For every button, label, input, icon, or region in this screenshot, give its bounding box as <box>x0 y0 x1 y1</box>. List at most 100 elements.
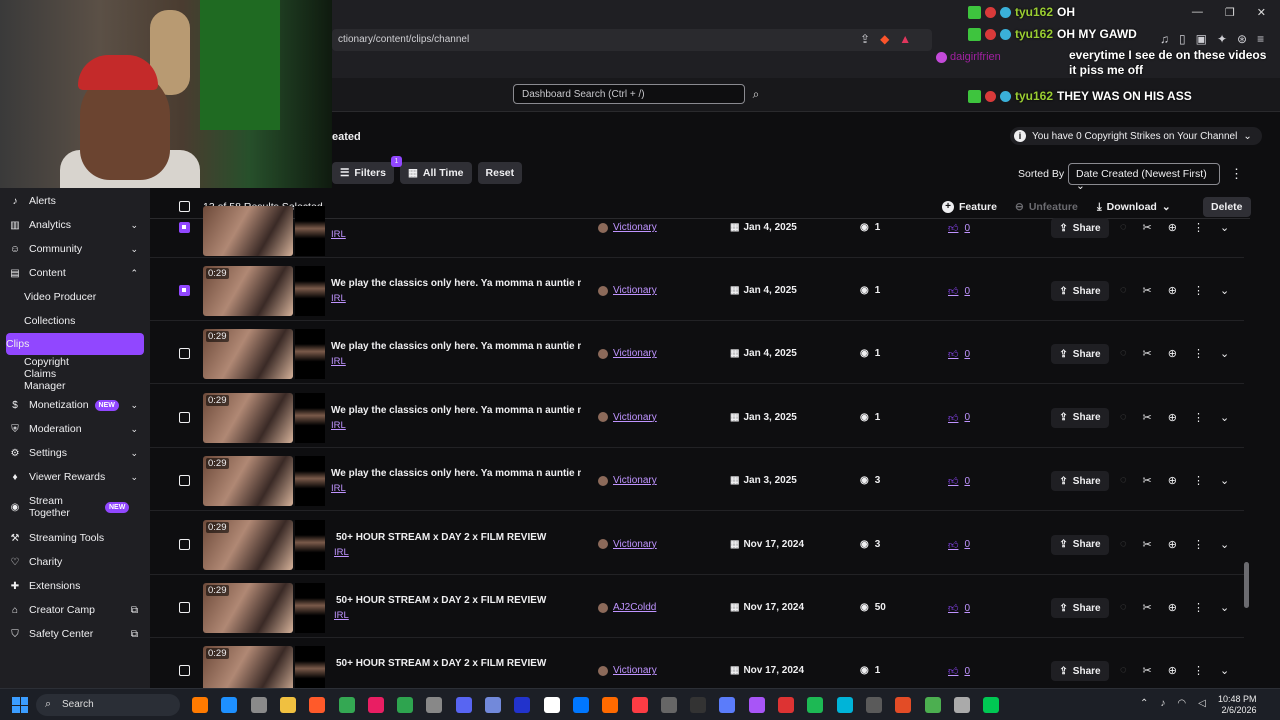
chevron-up-icon[interactable]: ⌃ <box>1140 698 1148 709</box>
taskbar-app-icon[interactable] <box>953 697 970 713</box>
clip-category-link[interactable]: IRL <box>334 547 349 558</box>
clip-likes[interactable]: 👍︎ 0 <box>948 222 970 235</box>
extensions-icon[interactable]: ⊛ <box>1237 32 1247 46</box>
clip-creator-link[interactable]: Victionary <box>598 412 657 423</box>
scissors-icon[interactable]: ✂ <box>1143 601 1152 614</box>
more-options-icon[interactable]: ⋮ <box>1193 538 1204 551</box>
taskbar-app-icon[interactable] <box>397 697 414 713</box>
chevron-down-icon[interactable]: ⌄ <box>1220 284 1229 297</box>
taskbar-app-icon[interactable] <box>279 697 296 713</box>
copyright-strikes-dropdown[interactable]: i You have 0 Copyright Strikes on Your C… <box>1010 127 1262 145</box>
more-options-icon[interactable]: ⋮ <box>1193 284 1204 297</box>
close-icon[interactable]: ✕ <box>1257 6 1266 19</box>
scissors-icon[interactable]: ✂ <box>1143 664 1152 677</box>
wifi-icon[interactable]: ◠ <box>1177 698 1186 709</box>
clip-thumbnail[interactable]: 0:29 <box>203 329 293 380</box>
volume-icon[interactable]: ◁ <box>1198 698 1206 709</box>
scissors-icon[interactable]: ✂ <box>1143 347 1152 360</box>
scissors-icon[interactable]: ✂ <box>1143 538 1152 551</box>
feature-button[interactable]: + Feature <box>936 197 1003 217</box>
share-button[interactable]: ⇪ Share <box>1051 218 1109 238</box>
clip-likes[interactable]: 👍︎ 0 <box>948 665 970 678</box>
more-options-icon[interactable]: ⋮ <box>1193 601 1204 614</box>
share-button[interactable]: ⇪ Share <box>1051 407 1109 428</box>
sidebar-item-alerts[interactable]: ♪ Alerts <box>0 190 150 212</box>
taskbar-app-icon[interactable] <box>983 697 1000 713</box>
table-row[interactable]: IRL Victionary ▦ Jan 4, 2025 ◉ 1 👍︎ 0 ⇪ Share ◌ ✂ ⊕ ⋮… <box>150 206 1244 258</box>
clip-title[interactable]: We play the classics only here. Ya momma… <box>331 405 581 416</box>
microphone-icon[interactable]: ♪ <box>1160 698 1165 709</box>
sidebar-item-extensions[interactable]: ✚ Extensions <box>0 575 150 597</box>
brave-shield-icon[interactable]: ◆ <box>880 32 889 46</box>
row-checkbox[interactable] <box>179 285 190 296</box>
clip-creator-link[interactable]: Victionary <box>598 539 657 550</box>
chevron-down-icon[interactable]: ⌄ <box>1220 601 1229 614</box>
taskbar-app-icon[interactable] <box>748 697 765 713</box>
table-row[interactable]: 0:29 50+ HOUR STREAM x DAY 2 x FILM REVIE… <box>150 512 1244 575</box>
clip-likes[interactable]: 👍︎ 0 <box>948 412 970 424</box>
share-button[interactable]: ⇪ Share <box>1051 344 1109 365</box>
share-button[interactable]: ⇪ Share <box>1051 471 1109 492</box>
clip-likes[interactable]: 👍︎ 0 <box>948 285 970 298</box>
sidebar-item-collections[interactable]: Collections <box>24 310 144 332</box>
taskbar-app-icon[interactable] <box>719 697 736 713</box>
share-button[interactable]: ⇪ Share <box>1051 534 1109 555</box>
clip-category-link[interactable]: IRL <box>331 293 346 304</box>
row-checkbox[interactable] <box>179 222 190 233</box>
sidebar-item-monetization[interactable]: $ Monetization NEW ⌄ <box>0 394 150 416</box>
taskbar-app-icon[interactable] <box>660 697 677 713</box>
row-checkbox[interactable] <box>179 665 190 677</box>
scissors-icon[interactable]: ✂ <box>1143 411 1152 424</box>
taskbar-app-icon[interactable] <box>309 697 326 713</box>
share-page-icon[interactable]: ⇪ <box>860 32 870 46</box>
clip-category-link[interactable]: IRL <box>331 229 346 240</box>
clip-category-link[interactable]: IRL <box>331 356 346 367</box>
restore-icon[interactable]: ❐ <box>1225 6 1235 19</box>
taskbar-app-icon[interactable] <box>367 697 384 713</box>
taskbar-app-icon[interactable] <box>631 697 648 713</box>
clip-creator-link[interactable]: Victionary <box>598 665 657 676</box>
clip-thumbnail[interactable]: 0:29 <box>203 583 293 633</box>
taskbar-app-icon[interactable] <box>221 697 238 713</box>
more-options-icon[interactable]: ⋮ <box>1193 474 1204 487</box>
menu-icon[interactable]: ≡ <box>1257 32 1264 46</box>
taskbar-app-icon[interactable] <box>836 697 853 713</box>
wallet-icon[interactable]: ▣ <box>1196 32 1207 46</box>
clip-creator-link[interactable]: Victionary <box>598 285 657 296</box>
table-row[interactable]: 0:29 We play the classics only here. Ya m… <box>150 258 1244 321</box>
taskbar-app-icon[interactable] <box>807 697 824 713</box>
add-circle-icon[interactable]: ⊕ <box>1168 284 1177 297</box>
table-row[interactable]: 0:29 We play the classics only here. Ya m… <box>150 321 1244 385</box>
sidebar-item-creator-camp[interactable]: ⌂ Creator Camp ⧉ <box>0 599 150 621</box>
table-row[interactable]: 0:29 We play the classics only here. Ya m… <box>150 385 1244 448</box>
sidebar-item-clips[interactable]: Clips <box>6 333 144 355</box>
add-circle-icon[interactable]: ⊕ <box>1168 474 1177 487</box>
clip-title[interactable]: 50+ HOUR STREAM x DAY 2 x FILM REVIEW <box>336 658 586 669</box>
clip-thumbnail[interactable]: 0:29 <box>203 266 293 316</box>
taskbar-app-icon[interactable] <box>338 697 355 713</box>
clip-likes[interactable]: 👍︎ 0 <box>948 602 970 615</box>
clip-thumbnail[interactable] <box>203 206 293 256</box>
taskbar-clock[interactable]: 10:48 PM 2/6/2026 <box>1218 694 1257 716</box>
more-options-icon[interactable]: ⋮ <box>1193 221 1204 234</box>
sidebar-item-viewer-rewards[interactable]: ♦ Viewer Rewards ⌄ <box>0 466 150 488</box>
add-circle-icon[interactable]: ⊕ <box>1168 601 1177 614</box>
table-row[interactable]: 0:29 50+ HOUR STREAM x DAY 2 x FILM REVIE… <box>150 575 1244 638</box>
clip-likes[interactable]: 👍︎ 0 <box>948 539 970 551</box>
more-options-icon[interactable]: ⋮ <box>1193 411 1204 424</box>
filters-button[interactable]: ☰ Filters <box>332 162 394 184</box>
clip-category-link[interactable]: IRL <box>331 420 346 431</box>
scissors-icon[interactable]: ✂ <box>1143 474 1152 487</box>
chevron-down-icon[interactable]: ⌄ <box>1220 664 1229 677</box>
clip-creator-link[interactable]: Victionary <box>598 475 657 486</box>
clip-creator-link[interactable]: Victionary <box>598 222 657 233</box>
sidebar-item-safety-center[interactable]: ⛉ Safety Center ⧉ <box>0 623 150 645</box>
taskbar-app-icon[interactable] <box>250 697 267 713</box>
more-options-icon[interactable]: ⋮ <box>1193 347 1204 360</box>
clip-title[interactable]: 50+ HOUR STREAM x DAY 2 x FILM REVIEW <box>336 595 586 606</box>
add-circle-icon[interactable]: ⊕ <box>1168 664 1177 677</box>
taskbar-app-icon[interactable] <box>924 697 941 713</box>
chevron-down-icon[interactable]: ⌄ <box>1220 538 1229 551</box>
sidebar-item-video-producer[interactable]: Video Producer <box>24 286 144 308</box>
playlist-icon[interactable]: ♫ <box>1160 32 1169 46</box>
